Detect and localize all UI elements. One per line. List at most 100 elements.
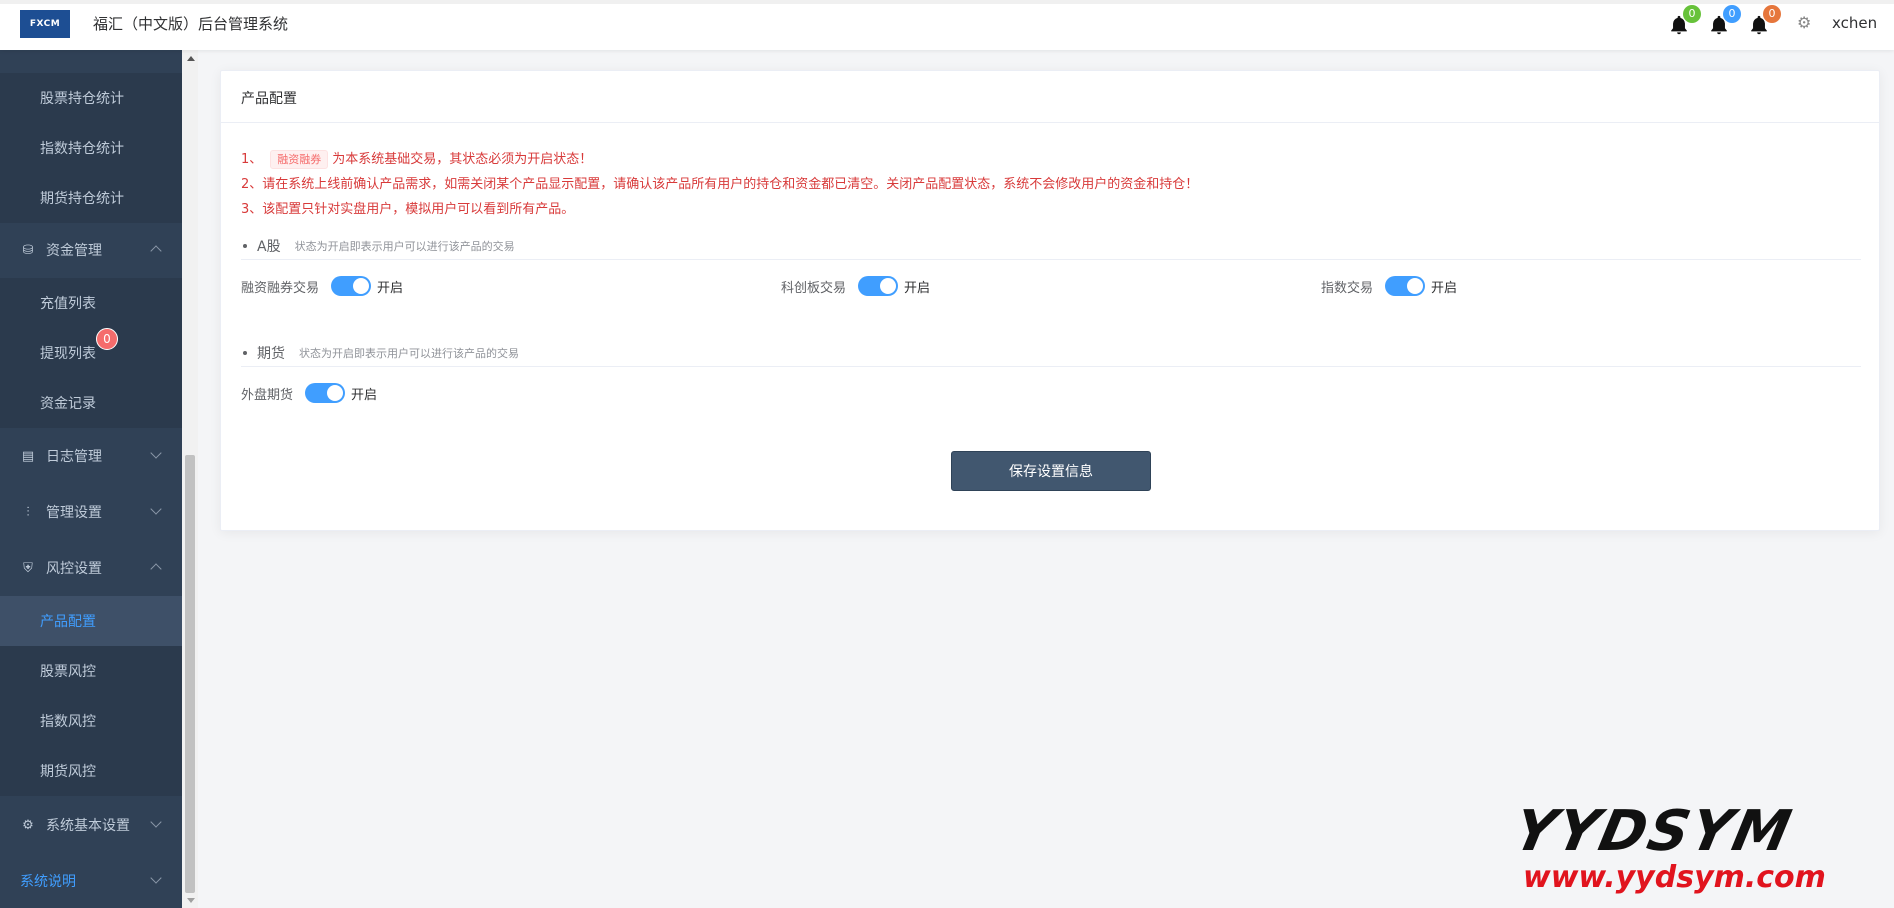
top-header: FXCM 福汇（中文版）后台管理系统 0 0 0 ⚙ xchen [0, 0, 1894, 50]
sidebar-item-fund-records[interactable]: 资金记录 [0, 378, 182, 428]
database-icon: ⛁ [22, 242, 34, 258]
notification-bell-2[interactable]: 0 [1708, 5, 1741, 36]
switch-label: 科创板交易 [781, 280, 847, 296]
sidebar-item-label: 提现列表 [40, 346, 96, 362]
switch-star-market: 科创板交易 开启 [781, 276, 930, 296]
bell-badge: 0 [1723, 5, 1741, 23]
switch-state: 开启 [351, 387, 378, 403]
sidebar-item-label: 指数持仓统计 [40, 141, 124, 157]
watermark-logo: YYDSYM www.yydsym.com [1508, 799, 1880, 898]
sidebar-item-label: 股票风控 [40, 664, 96, 680]
notice-2: 2、请在系统上线前确认产品需求，如需关闭某个产品显示配置，请确认该产品所有用户的… [241, 177, 1199, 192]
sidebar-item-stock-position-stats[interactable]: 股票持仓统计 [0, 73, 182, 123]
chevron-down-icon [150, 447, 162, 459]
sidebar-item-label: 风控设置 [46, 561, 102, 577]
section-hint: 状态为开启即表示用户可以进行该产品的交易 [294, 239, 515, 253]
sidebar-item-label: 产品配置 [40, 614, 96, 630]
settings-gear-icon[interactable]: ⚙ [1797, 15, 1813, 31]
shield-icon: ⛨ [23, 560, 33, 576]
sidebar-item-stock-risk[interactable]: 股票风控 [0, 646, 182, 696]
sidebar-item-label: 管理设置 [46, 505, 102, 521]
sidebar-group-system-help[interactable]: 系统说明 [0, 856, 182, 906]
sidebar-group-system-settings[interactable]: ⚙ 系统基本设置 [0, 800, 182, 850]
bell-badge: 0 [1683, 5, 1701, 23]
product-config-card: 产品配置 1、 融资融券 为本系统基础交易，其状态必须为开启状态！ 2、请在系统上线… [220, 70, 1880, 531]
notice-1: 1、 融资融券 为本系统基础交易，其状态必须为开启状态！ [241, 147, 1198, 172]
sidebar-group-logs[interactable]: ▤ 日志管理 [0, 431, 182, 481]
chevron-up-icon [150, 563, 162, 575]
chevron-down-icon [150, 872, 162, 884]
notice-1-prefix: 1、 [241, 152, 263, 167]
section-a-shares: A股 状态为开启即表示用户可以进行该产品的交易 融资融券交易 开启 科创板交易 … [241, 232, 1861, 314]
notification-bell-1[interactable]: 0 [1668, 5, 1701, 36]
foreign-futures-toggle[interactable] [305, 383, 346, 403]
switch-foreign-futures: 外盘期货 开启 [241, 383, 377, 403]
scroll-up-arrow-icon[interactable] [187, 56, 195, 61]
gear-icon: ⚙ [22, 817, 34, 833]
switch-margin-trading: 融资融券交易 开启 [241, 276, 403, 296]
switch-row: 外盘期货 开启 [241, 367, 1861, 421]
chevron-down-icon [150, 503, 162, 515]
notice-list: 1、 融资融券 为本系统基础交易，其状态必须为开启状态！ 2、请在系统上线前确认产品… [241, 147, 1198, 222]
sidebar-item-label: 股票持仓统计 [40, 91, 124, 107]
fxcm-logo[interactable]: FXCM [20, 10, 70, 38]
sliders-icon: ⫶ [26, 504, 30, 520]
sidebar-item-label: 指数风控 [40, 714, 96, 730]
notice-3: 3、该配置只针对实盘用户，模拟用户可以看到所有产品。 [241, 202, 575, 217]
username[interactable]: xchen [1832, 14, 1877, 32]
watermark-big-text: YYDSYM [1508, 799, 1799, 864]
switch-label: 外盘期货 [241, 387, 294, 403]
sidebar-item-product-config[interactable]: 产品配置 [0, 596, 182, 646]
save-settings-button[interactable]: 保存设置信息 [951, 451, 1151, 491]
sidebar-item-futures-position-stats[interactable]: 期货持仓统计 [0, 173, 182, 223]
sidebar-item-label: 资金管理 [46, 243, 102, 259]
sidebar-item-label: 期货风控 [40, 764, 96, 780]
section-futures: 期货 状态为开启即表示用户可以进行该产品的交易 外盘期货 开启 [241, 339, 1861, 421]
scroll-down-arrow-icon[interactable] [187, 898, 195, 903]
sidebar-item-label: 资金记录 [40, 396, 96, 412]
notification-bell-3[interactable]: 0 [1748, 5, 1781, 36]
sidebar-item-label: 日志管理 [46, 449, 102, 465]
switch-label: 融资融券交易 [241, 280, 320, 296]
sidebar-item-label: 期货持仓统计 [40, 191, 124, 207]
chevron-down-icon [150, 816, 162, 828]
watermark-url: www.yydsym.com [1523, 860, 1826, 895]
logo-text: FXCM [29, 19, 61, 29]
section-header: A股 状态为开启即表示用户可以进行该产品的交易 [241, 232, 1861, 260]
sidebar-item-label: 充值列表 [40, 296, 96, 312]
sidebar-item-index-position-stats[interactable]: 指数持仓统计 [0, 123, 182, 173]
app-title: 福汇（中文版）后台管理系统 [93, 15, 289, 33]
sidebar-item-index-risk[interactable]: 指数风控 [0, 696, 182, 746]
chevron-up-icon [150, 245, 162, 257]
switch-state: 开启 [377, 280, 404, 296]
document-icon: ▤ [21, 448, 35, 464]
sidebar-item-label: 系统基本设置 [46, 818, 130, 834]
sidebar-group-funds[interactable]: ⛁ 资金管理 [0, 225, 182, 275]
margin-trading-toggle[interactable] [331, 276, 372, 296]
index-trading-toggle[interactable] [1385, 276, 1426, 296]
switch-label: 指数交易 [1321, 280, 1374, 296]
sidebar-scrollbar-thumb[interactable] [185, 455, 195, 893]
bullet-dot [243, 350, 247, 355]
sidebar-item-recharge-list[interactable]: 充值列表 [0, 278, 182, 328]
margin-trading-tag: 融资融券 [270, 150, 329, 169]
section-hint: 状态为开启即表示用户可以进行该产品的交易 [299, 346, 519, 360]
sidebar-group-risk-settings[interactable]: ⛨ 风控设置 [0, 543, 182, 593]
card-title: 产品配置 [221, 71, 1879, 123]
sidebar-group-admin-settings[interactable]: ⫶ 管理设置 [0, 487, 182, 537]
switch-state: 开启 [904, 280, 931, 296]
sidebar-item-futures-risk[interactable]: 期货风控 [0, 746, 182, 796]
star-market-toggle[interactable] [858, 276, 899, 296]
notice-1-text: 为本系统基础交易，其状态必须为开启状态！ [332, 152, 593, 167]
sidebar-item-label: 系统说明 [20, 874, 76, 890]
bullet-dot [243, 243, 247, 248]
section-title: 期货 [257, 345, 285, 362]
withdraw-count-badge: 0 [96, 328, 118, 350]
bell-badge: 0 [1763, 5, 1781, 23]
switch-state: 开启 [1431, 280, 1458, 296]
sidebar-item-withdraw-list[interactable]: 提现列表 0 [0, 328, 182, 378]
sidebar: 股票持仓统计 指数持仓统计 期货持仓统计 ⛁ 资金管理 充值列表 提现列表 0 … [0, 50, 182, 908]
section-title: A股 [257, 238, 281, 255]
switch-row: 融资融券交易 开启 科创板交易 开启 指数交易 开启 [241, 260, 1861, 314]
section-header: 期货 状态为开启即表示用户可以进行该产品的交易 [241, 339, 1861, 367]
